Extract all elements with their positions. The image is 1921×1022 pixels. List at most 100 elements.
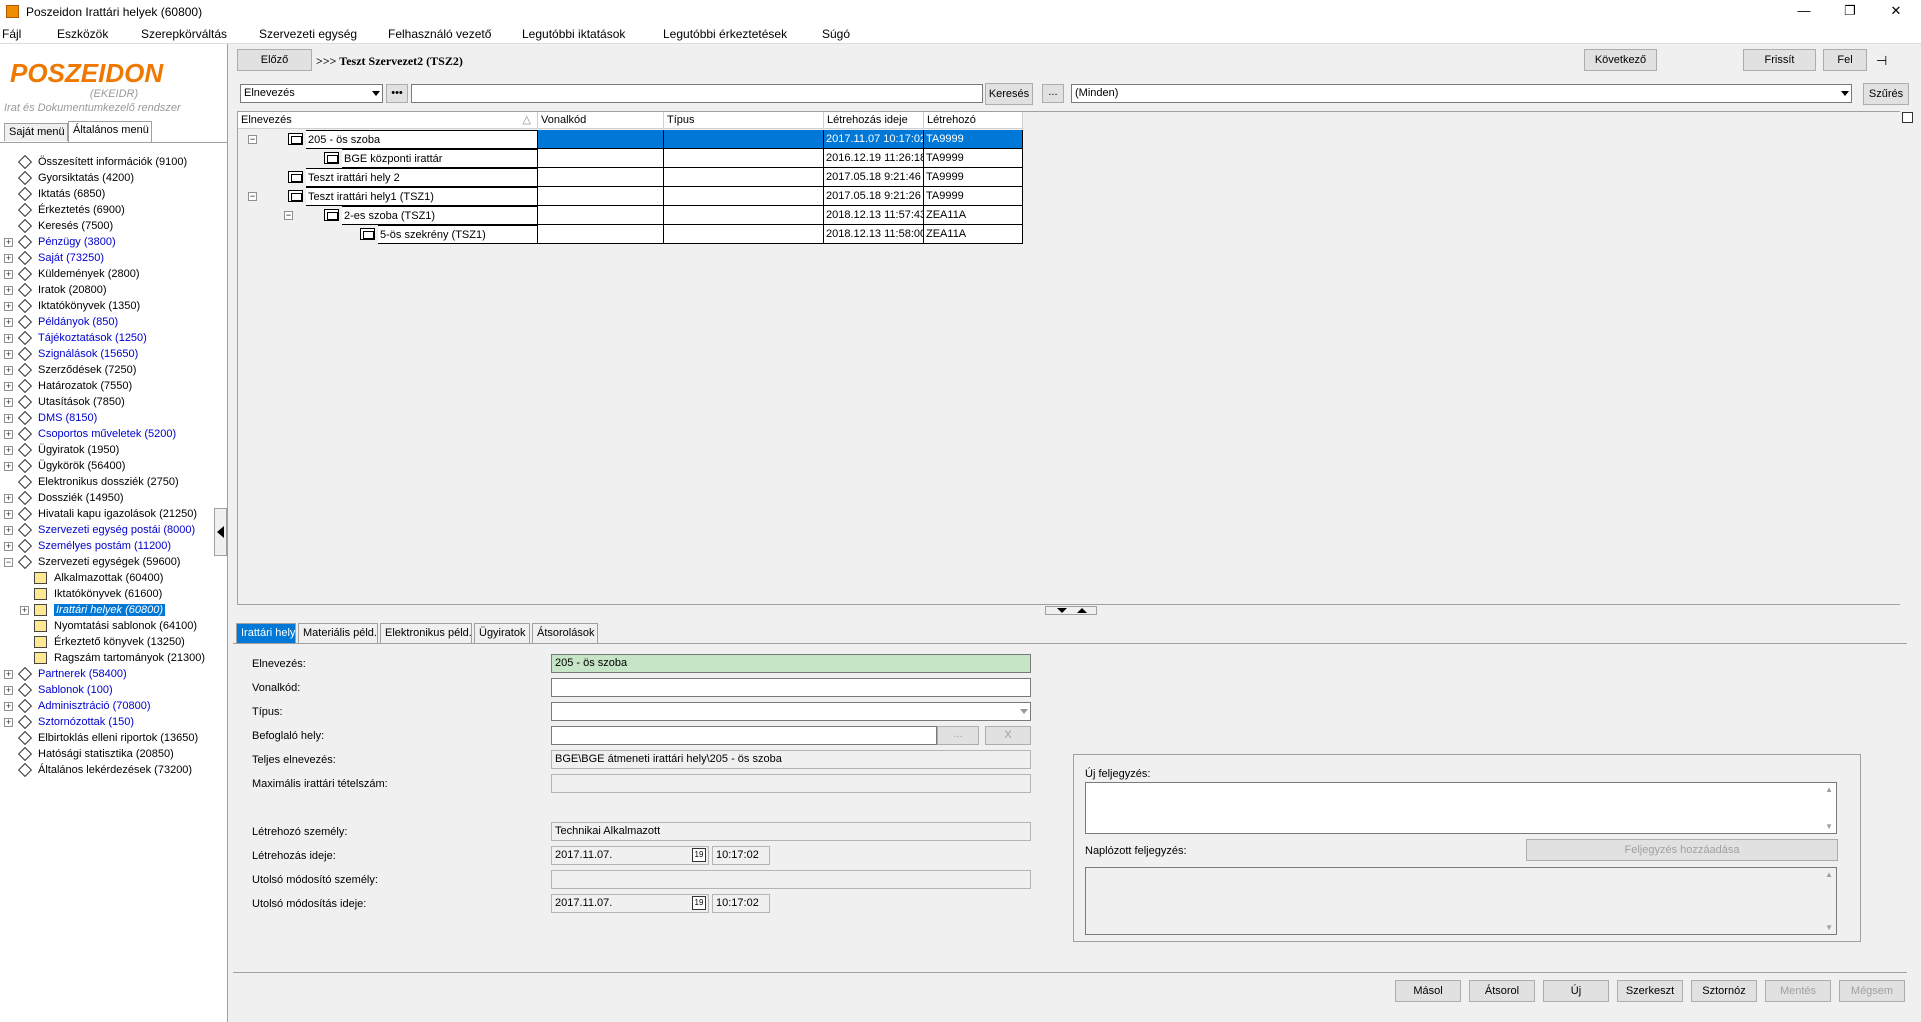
table-row[interactable]: − Teszt irattári hely1 (TSZ1) 2017.05.18 9… [238,187,1023,206]
diamond-shape [17,282,33,298]
next-button[interactable]: Következő [1584,49,1657,71]
grid-scrollbar[interactable] [1900,111,1914,605]
scroll-up-icon[interactable]: ▲ [1825,785,1833,794]
expand-icon[interactable]: + [4,318,13,327]
expand-icon[interactable]: + [4,542,13,551]
collapse-panel-handle[interactable] [214,508,227,556]
menu-user-manager[interactable]: Felhasználó vezető [388,27,491,41]
more-options-button[interactable]: ••• [386,84,408,103]
tab-case-files[interactable]: Ügyiratok [474,623,530,643]
menu-role-switch[interactable]: Szerepkörváltás [141,27,227,41]
table-row[interactable]: Teszt irattári hely 2 2017.05.18 9:21:46 T… [238,168,1023,187]
barcode-input[interactable] [551,678,1031,697]
tab-general-menu[interactable]: Általános menü [68,121,152,142]
minimize-button[interactable]: — [1781,0,1827,24]
expand-icon[interactable]: + [4,350,13,359]
tree-item-label: Gyorsiktatás (4200) [38,172,134,184]
expand-icon[interactable]: + [4,462,13,471]
collapse-icon[interactable]: − [248,135,257,144]
close-button[interactable]: ✕ [1873,0,1919,24]
expand-icon[interactable]: + [4,670,13,679]
expand-icon[interactable]: + [4,510,13,519]
column-header-name[interactable]: Elnevezés △ [238,112,538,129]
tab-archive-location[interactable]: Irattári hely [236,623,296,643]
menu-recent-filings[interactable]: Legutóbbi iktatások [522,27,625,41]
tab-own-menu[interactable]: Saját menü [4,123,68,141]
table-row[interactable]: BGE központi irattár 2016.12.19 11:26:18 T… [238,149,1023,168]
copy-button[interactable]: Másol [1395,980,1461,1002]
cancel-record-button[interactable]: Sztornóz [1691,980,1757,1002]
search-browse-button[interactable]: ... [1042,84,1064,103]
parent-clear-button[interactable]: X [985,726,1031,745]
expand-icon[interactable]: + [4,686,13,695]
filter-select[interactable]: (Minden) [1071,84,1852,103]
expand-icon[interactable]: + [4,494,13,503]
save-button[interactable]: Mentés [1765,980,1831,1002]
collapse-icon[interactable]: − [284,211,293,220]
expand-icon[interactable]: + [4,334,13,343]
column-header-creator[interactable]: Létrehozó [924,112,1023,129]
menu-org-unit[interactable]: Szervezeti egység [259,27,357,41]
column-header-created[interactable]: Létrehozás ideje [824,112,924,129]
expand-icon[interactable]: + [4,286,13,295]
reclassify-button[interactable]: Átsorol [1469,980,1535,1002]
tab-material-copies[interactable]: Materiális péld. [298,623,378,643]
expand-icon[interactable]: + [4,254,13,263]
name-input[interactable]: 205 - ös szoba [551,654,1031,673]
panel-splitter[interactable] [1045,606,1097,615]
expand-icon[interactable]: + [4,398,13,407]
pin-icon[interactable]: ⊣ [1876,53,1887,69]
tab-electronic-copies[interactable]: Elektronikus péld. [380,623,472,643]
new-button[interactable]: Új [1543,980,1609,1002]
menu-help[interactable]: Súgó [822,27,850,41]
search-button[interactable]: Keresés [985,83,1033,105]
filter-button[interactable]: Szűrés [1863,83,1909,105]
edit-button[interactable]: Szerkeszt [1617,980,1683,1002]
parent-location-input[interactable] [551,726,937,745]
expand-icon[interactable]: + [4,366,13,375]
tab-reclassifications[interactable]: Átsorolások [532,623,598,643]
expand-icon[interactable]: + [4,446,13,455]
cell-name: − 2-es szoba (TSZ1) [238,206,538,225]
diamond-shape [17,490,33,506]
table-row[interactable]: − 2-es szoba (TSZ1) 2018.12.13 11:57:43 ZEA… [238,206,1023,225]
expand-icon[interactable]: + [4,430,13,439]
menu-recent-arrivals[interactable]: Legutóbbi érkeztetések [663,27,787,41]
collapse-icon[interactable]: − [248,192,257,201]
calendar-icon[interactable]: 19 [692,848,706,862]
refresh-button[interactable]: Frissít [1743,49,1816,71]
parent-browse-button[interactable]: ... [937,726,979,745]
collapse-icon[interactable]: − [4,558,13,567]
expand-icon[interactable]: + [4,302,13,311]
previous-button[interactable]: Előző [237,49,312,71]
splitter-up-icon[interactable] [1077,608,1087,613]
expand-icon[interactable]: + [4,718,13,727]
expand-icon[interactable]: + [4,526,13,535]
scroll-down-icon[interactable]: ▼ [1825,822,1833,831]
type-select[interactable] [551,702,1031,721]
menu-file[interactable]: Fájl [2,27,21,41]
column-header-barcode[interactable]: Vonalkód [538,112,664,129]
up-button[interactable]: Fel [1823,49,1867,71]
expand-icon[interactable]: + [4,238,13,247]
calendar-icon[interactable]: 19 [692,896,706,910]
add-note-button[interactable]: Feljegyzés hozzáadása [1526,839,1838,861]
scroll-up-icon[interactable]: ▲ [1825,870,1833,879]
menu-tools[interactable]: Eszközök [57,27,108,41]
restore-button[interactable]: ❐ [1827,0,1873,24]
search-field-select[interactable]: Elnevezés [240,84,383,103]
column-header-type[interactable]: Típus [664,112,824,129]
scroll-down-icon[interactable]: ▼ [1825,923,1833,932]
dismiss-button[interactable]: Mégsem [1839,980,1905,1002]
diamond-shape [17,362,33,378]
expand-icon[interactable]: + [20,606,29,615]
splitter-down-icon[interactable] [1057,608,1067,613]
table-row[interactable]: 5-ös szekrény (TSZ1) 2018.12.13 11:58:00 Z… [238,225,1023,244]
new-note-input[interactable]: ▲ ▼ [1085,782,1837,834]
expand-icon[interactable]: + [4,382,13,391]
search-input[interactable] [411,84,983,103]
table-row[interactable]: − 205 - ös szoba 2017.11.07 10:17:02 TA9999 [238,130,1023,149]
expand-icon[interactable]: + [4,414,13,423]
expand-icon[interactable]: + [4,702,13,711]
expand-icon[interactable]: + [4,270,13,279]
